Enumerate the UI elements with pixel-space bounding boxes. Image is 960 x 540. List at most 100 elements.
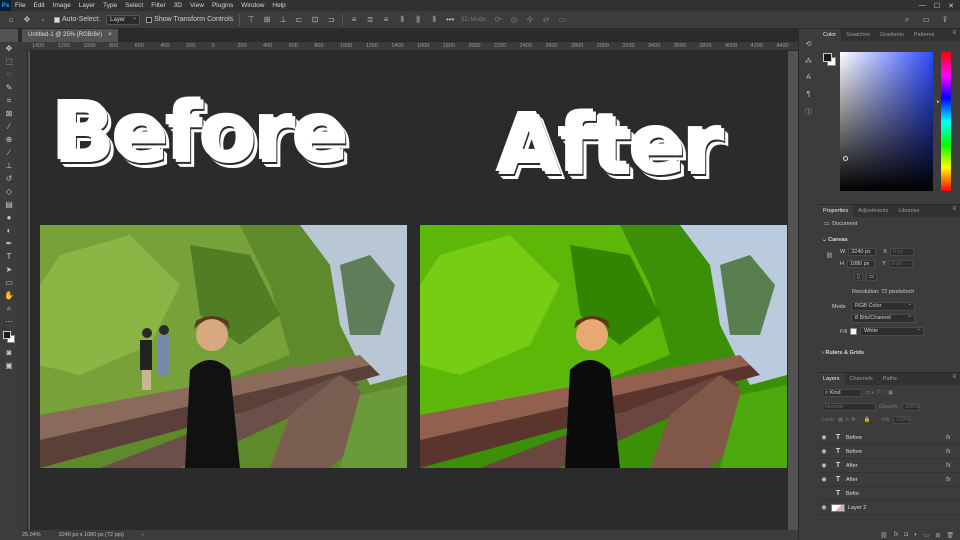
mask-icon[interactable]: ◘ [904, 532, 908, 538]
eyedropper-tool-icon[interactable]: ⁄ [2, 120, 16, 133]
document-tab[interactable]: Untitled-1 @ 25% (RGB/8#) × [22, 29, 118, 42]
hue-marker-icon[interactable]: ▸ [937, 99, 940, 105]
layer-row[interactable]: ◉ T After fx [818, 459, 960, 473]
layer-row[interactable]: ◉ Layer 2 [818, 501, 960, 515]
move-tool-icon[interactable]: ✥ [22, 15, 32, 25]
distribute-left-icon[interactable]: ⦀ [397, 15, 407, 25]
artboard[interactable]: Before After [30, 51, 788, 530]
menu-layer[interactable]: Layer [75, 2, 99, 9]
layer-name[interactable]: Before [846, 449, 946, 455]
foreground-swatch[interactable] [3, 331, 11, 339]
auto-select-box[interactable] [54, 16, 60, 23]
tab-color[interactable]: Color [818, 29, 842, 41]
align-top-icon[interactable]: ⊤ [246, 15, 256, 25]
brush-settings-icon[interactable]: ⁂ [802, 54, 816, 67]
canvas-section-header[interactable]: ⌄ Canvas [822, 237, 848, 243]
show-transform-checkbox[interactable]: Show Transform Controls [146, 16, 233, 23]
move-tool-icon[interactable]: ✥ [2, 42, 16, 55]
height-field[interactable]: 1080 px [846, 260, 875, 268]
menu-type[interactable]: Type [99, 2, 121, 9]
layer-row[interactable]: ◉ T After fx [818, 473, 960, 487]
3d-video-icon[interactable]: ▭ [557, 15, 567, 25]
clone-stamp-icon[interactable]: ⊥ [2, 159, 16, 172]
menu-edit[interactable]: Edit [29, 2, 48, 9]
canvas-workspace[interactable]: Before After [28, 51, 798, 530]
distribute-top-icon[interactable]: ≡ [349, 15, 359, 25]
align-left-icon[interactable]: ⊏ [294, 15, 304, 25]
screen-mode-icon[interactable]: ▣ [2, 359, 16, 372]
more-options-icon[interactable]: ••• [445, 15, 455, 25]
color-panel-foreground[interactable] [823, 53, 832, 62]
tab-properties[interactable]: Properties [818, 205, 854, 217]
auto-select-target-select[interactable]: Layer [106, 14, 141, 25]
home-icon[interactable]: ⌂ [6, 15, 16, 25]
dodge-tool-icon[interactable]: ◐ [2, 224, 16, 237]
landscape-icon[interactable]: ▭ [866, 273, 878, 281]
trash-icon[interactable]: 🗑 [946, 532, 954, 539]
adjustment-icon[interactable]: ◐ [914, 532, 918, 538]
info-icon[interactable]: ⓘ [802, 105, 816, 118]
frame-tool-icon[interactable]: ⊠ [2, 107, 16, 120]
layer-row[interactable]: ◉ T Before fx [818, 431, 960, 445]
distribute-bottom-icon[interactable]: ≡ [381, 15, 391, 25]
gradient-tool-icon[interactable]: ▤ [2, 198, 16, 211]
tab-adjustments[interactable]: Adjustments [853, 205, 893, 217]
rectangle-tool-icon[interactable]: ▭ [2, 276, 16, 289]
layer-name[interactable]: Layer 2 [848, 505, 960, 511]
path-select-icon[interactable]: ➤ [2, 263, 16, 276]
opacity-field[interactable]: 100% [902, 403, 921, 411]
auto-select-checkbox[interactable]: Auto-Select: [54, 16, 100, 23]
saturation-value-field[interactable] [840, 52, 933, 191]
quick-mask-icon[interactable]: ◙ [2, 346, 16, 359]
workspace-icon[interactable]: ▭ [921, 15, 931, 25]
tab-channels[interactable]: Channels [845, 373, 878, 385]
panel-menu-icon[interactable]: ≡ [952, 206, 956, 212]
panel-menu-icon[interactable]: ≡ [952, 374, 956, 380]
lock-icons[interactable]: ▦ ✎ ✥ ⬚ 🔒 [838, 417, 871, 423]
menu-plugins[interactable]: Plugins [208, 2, 237, 9]
3d-slide-icon[interactable]: ⇄ [541, 15, 551, 25]
maximize-icon[interactable]: ☐ [934, 2, 940, 10]
menu-select[interactable]: Select [121, 2, 147, 9]
blur-tool-icon[interactable]: ● [2, 211, 16, 224]
history-brush-icon[interactable]: ↺ [2, 172, 16, 185]
filter-icons[interactable]: ▭ ◐ T ⬚ ▣ [865, 390, 893, 396]
vertical-ruler[interactable] [18, 51, 28, 530]
tab-libraries[interactable]: Libraries [893, 205, 924, 217]
layer-fx-icon[interactable]: fx [946, 449, 960, 455]
minimize-icon[interactable]: — [919, 2, 926, 10]
marquee-tool-icon[interactable]: ⬚ [2, 55, 16, 68]
status-arrow-icon[interactable]: › [142, 532, 144, 538]
crop-tool-icon[interactable]: ⌗ [2, 94, 16, 107]
fill-pct-field[interactable]: 100% [893, 416, 912, 424]
menu-file[interactable]: File [11, 2, 29, 9]
align-bottom-icon[interactable]: ⊥ [278, 15, 288, 25]
lasso-tool-icon[interactable]: ◌ [2, 68, 16, 81]
link-icon[interactable]: ⛓ [880, 532, 888, 539]
rulers-section-header[interactable]: › Rulers & Grids [822, 350, 864, 356]
type-tool-icon[interactable]: T [2, 250, 16, 263]
3d-pan-icon[interactable]: ✣ [525, 15, 535, 25]
search-icon[interactable]: ⌕ [902, 15, 912, 25]
history-icon[interactable]: ⟲ [802, 37, 816, 50]
close-icon[interactable]: ✕ [948, 2, 954, 10]
panel-menu-icon[interactable]: ≡ [952, 30, 956, 36]
quick-select-tool-icon[interactable]: ✎ [2, 81, 16, 94]
align-right-icon[interactable]: ⊐ [326, 15, 336, 25]
layer-name[interactable]: After [846, 477, 946, 483]
visibility-eye-icon[interactable]: ◉ [818, 476, 830, 483]
menu-image[interactable]: Image [49, 2, 75, 9]
menu-filter[interactable]: Filter [147, 2, 169, 9]
brush-tool-icon[interactable]: ∕ [2, 146, 16, 159]
align-center-icon[interactable]: ⊡ [310, 15, 320, 25]
layer-name[interactable]: After [846, 463, 946, 469]
chevron-down-icon[interactable]: ⌄ [38, 15, 48, 25]
layer-name[interactable]: Before [846, 435, 946, 441]
ps-logo-icon[interactable]: Ps [0, 0, 11, 11]
folder-icon[interactable]: ▭ [924, 532, 930, 539]
tab-patterns[interactable]: Patterns [909, 29, 939, 41]
layer-name[interactable]: Befor [846, 491, 946, 497]
link-dimensions-icon[interactable]: ⛓ [826, 253, 833, 259]
close-tab-icon[interactable]: × [108, 29, 112, 42]
3d-roll-icon[interactable]: ◎ [509, 15, 519, 25]
